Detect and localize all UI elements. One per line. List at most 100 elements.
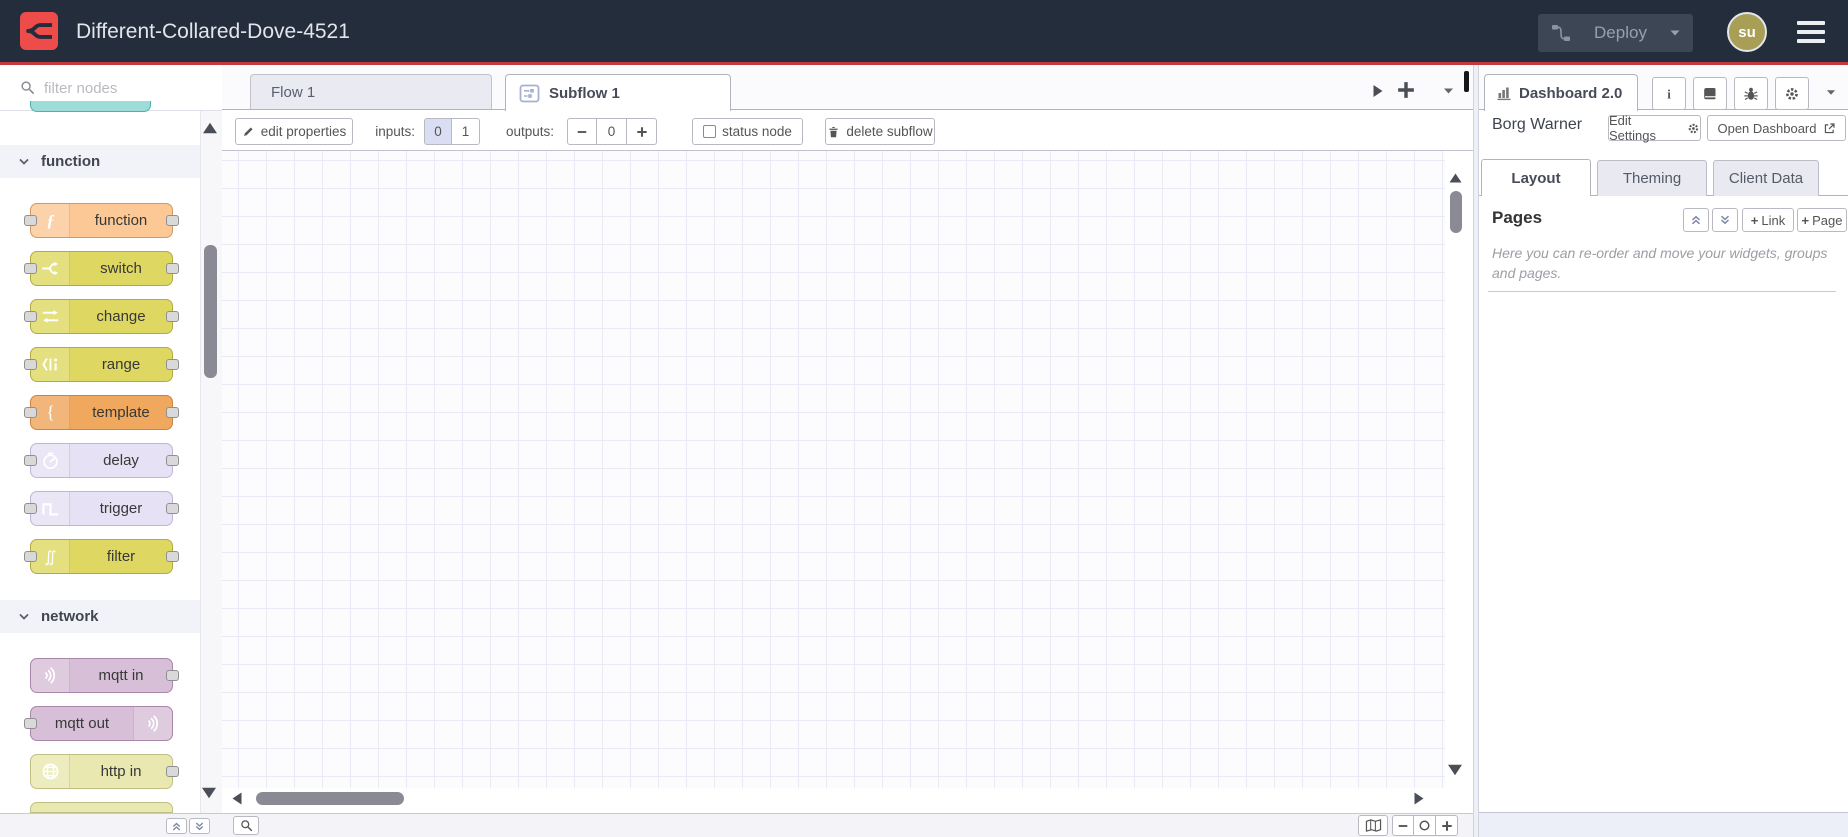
main-menu-button[interactable] <box>1797 21 1825 43</box>
input-count-0-button[interactable]: 0 <box>424 118 452 145</box>
palette-category-function: function ƒ function switch change range {templ… <box>0 145 200 574</box>
node-port-left[interactable] <box>24 407 37 418</box>
sidebar-config-button[interactable] <box>1775 77 1809 110</box>
tab-flow-1[interactable]: Flow 1 <box>250 74 492 109</box>
canvas-vscroll-thumb[interactable] <box>1450 191 1462 233</box>
palette-node-range[interactable]: range <box>24 347 179 382</box>
chevron-down-icon <box>18 156 30 168</box>
canvas-hscroll-left[interactable] <box>231 790 243 807</box>
deploy-caret-icon[interactable] <box>1669 27 1681 39</box>
node-port-right[interactable] <box>166 311 179 322</box>
tab-subflow-1[interactable]: Subflow 1 <box>505 74 731 111</box>
node-port-right[interactable] <box>166 670 179 681</box>
collapse-categories-button[interactable] <box>166 818 187 834</box>
palette-node-template[interactable]: {template <box>24 395 179 430</box>
node-port-left[interactable] <box>24 718 37 729</box>
palette-node-mqtt-in[interactable]: mqtt in <box>30 658 179 693</box>
palette-node-mqtt-out[interactable]: mqtt out <box>24 706 173 741</box>
status-node-checkbox[interactable] <box>703 125 717 138</box>
flow-canvas[interactable] <box>222 151 1445 788</box>
palette-search-input[interactable] <box>42 75 196 101</box>
palette-node-switch[interactable]: switch <box>24 251 179 286</box>
node-port-right[interactable] <box>166 455 179 466</box>
tab-client-data[interactable]: Client Data <box>1713 160 1819 196</box>
palette-node-http-in[interactable]: http in <box>30 754 179 789</box>
range-icon <box>41 355 60 374</box>
status-node-button[interactable]: status node <box>692 118 803 145</box>
navigator-button[interactable] <box>1358 815 1388 836</box>
palette-scrollbar-track[interactable] <box>200 111 222 813</box>
palette-node-delay[interactable]: delay <box>24 443 179 478</box>
open-dashboard-button[interactable]: Open Dashboard <box>1707 115 1846 141</box>
delete-subflow-label: delete subflow <box>846 124 933 139</box>
tab-theming[interactable]: Theming <box>1597 160 1707 196</box>
canvas-search-button[interactable] <box>233 816 259 835</box>
palette-category-header-network[interactable]: network <box>0 600 200 633</box>
palette-node-filter[interactable]: ∬ filter <box>24 539 179 574</box>
tab-layout[interactable]: Layout <box>1481 159 1591 196</box>
palette-category-network: network mqtt in mqtt out http in <box>0 600 200 813</box>
edit-settings-button[interactable]: Edit Settings <box>1608 113 1701 143</box>
canvas-hscroll-thumb[interactable] <box>256 792 404 805</box>
canvas-vscroll-up[interactable] <box>1448 172 1463 184</box>
palette-node-function[interactable]: ƒ function <box>24 203 179 238</box>
node-port-left[interactable] <box>24 359 37 370</box>
node-port-right[interactable] <box>166 766 179 777</box>
add-link-label: Link <box>1761 212 1786 228</box>
sidebar-debug-button[interactable] <box>1734 77 1768 110</box>
outputs-decrease-button[interactable] <box>567 118 597 145</box>
partial-node-bottom[interactable] <box>30 802 173 813</box>
node-port-right[interactable] <box>166 407 179 418</box>
deploy-button[interactable]: Deploy <box>1538 14 1693 52</box>
sidebar-caret-button[interactable] <box>1824 87 1838 98</box>
sidebar-info-button[interactable]: i <box>1652 77 1686 110</box>
add-flow-button[interactable] <box>1396 80 1416 100</box>
plus-icon <box>1441 820 1453 832</box>
palette-node-trigger[interactable]: trigger <box>24 491 179 526</box>
input-count-1-button[interactable]: 1 <box>452 118 480 145</box>
node-port-left[interactable] <box>24 215 37 226</box>
expand-categories-button[interactable] <box>189 818 210 834</box>
add-page-button[interactable]: + Page <box>1797 208 1847 232</box>
node-port-left[interactable] <box>24 503 37 514</box>
zoom-reset-button[interactable] <box>1414 815 1436 836</box>
tab-label: Subflow 1 <box>549 84 620 102</box>
node-port-right[interactable] <box>166 215 179 226</box>
zoom-out-button[interactable] <box>1392 815 1414 836</box>
sidebar-tab-dashboard[interactable]: Dashboard 2.0 <box>1484 74 1638 111</box>
node-port-left[interactable] <box>24 551 37 562</box>
outputs-increase-button[interactable] <box>627 118 657 145</box>
add-link-button[interactable]: + Link <box>1742 208 1794 232</box>
app-logo[interactable] <box>20 12 58 50</box>
node-port-right[interactable] <box>166 551 179 562</box>
canvas-hscroll-right[interactable] <box>1413 790 1425 807</box>
canvas-vscroll-down[interactable] <box>1446 763 1464 777</box>
edit-properties-label: edit properties <box>260 124 347 139</box>
delete-subflow-button[interactable]: delete subflow <box>825 118 935 145</box>
palette-scroll-down[interactable] <box>200 786 218 800</box>
outputs-value[interactable]: 0 <box>597 118 627 145</box>
node-label: switch <box>100 260 142 277</box>
user-avatar[interactable]: su <box>1727 12 1767 52</box>
palette-scroll-up[interactable] <box>201 121 219 135</box>
collapse-all-button[interactable] <box>1683 208 1709 232</box>
expand-all-button[interactable] <box>1712 208 1738 232</box>
palette-category-header-function[interactable]: function <box>0 145 200 178</box>
node-port-right[interactable] <box>166 359 179 370</box>
palette-node-change[interactable]: change <box>24 299 179 334</box>
node-port-left[interactable] <box>24 263 37 274</box>
zoom-in-button[interactable] <box>1436 815 1458 836</box>
node-port-left[interactable] <box>24 455 37 466</box>
node-port-right[interactable] <box>166 263 179 274</box>
palette-scroll-thumb[interactable] <box>204 245 217 378</box>
tab-list-button[interactable] <box>1441 85 1456 97</box>
sidebar-help-button[interactable] <box>1693 77 1727 110</box>
partial-node-top[interactable] <box>30 101 151 112</box>
globe-icon <box>41 762 60 781</box>
node-port-right[interactable] <box>166 503 179 514</box>
node-port-left[interactable] <box>24 311 37 322</box>
edit-properties-button[interactable]: edit properties <box>235 118 353 145</box>
open-dashboard-label: Open Dashboard <box>1717 120 1817 136</box>
tab-scroll-right-button[interactable] <box>1372 83 1384 99</box>
add-page-label: Page <box>1812 212 1843 228</box>
